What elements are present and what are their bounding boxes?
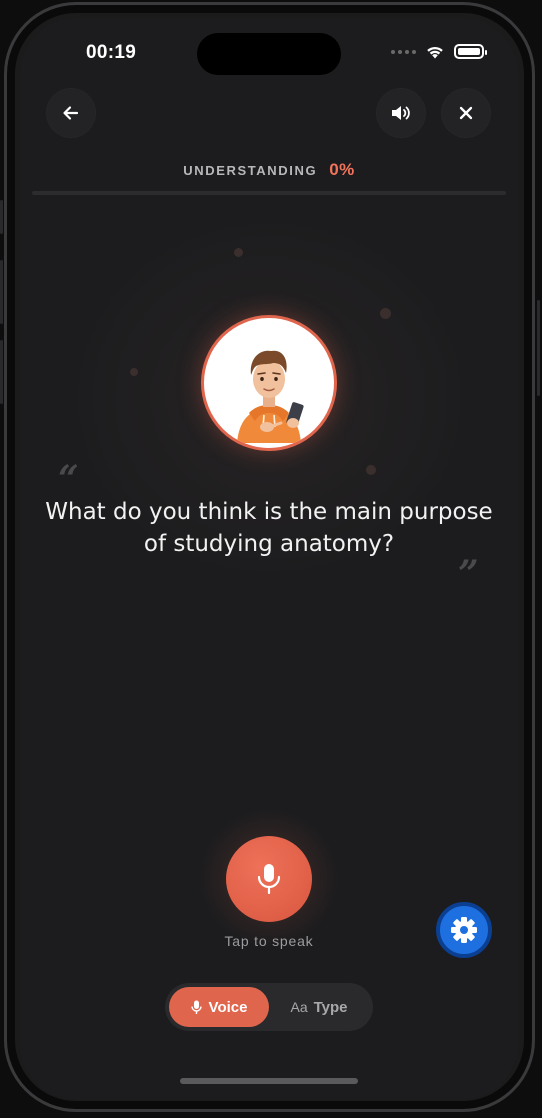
- volume-up-button: [0, 260, 3, 324]
- voice-mode-button[interactable]: Voice: [169, 987, 269, 1027]
- battery-icon: [454, 44, 487, 59]
- back-button[interactable]: [47, 89, 95, 137]
- progress-label-text: UNDERSTANDING: [183, 162, 318, 178]
- cellular-signal-icon: [391, 49, 416, 54]
- close-icon: [459, 106, 473, 120]
- close-button[interactable]: [442, 89, 490, 137]
- status-time: 00:19: [86, 42, 137, 63]
- settings-button[interactable]: [436, 902, 492, 958]
- speaker-icon: [392, 106, 410, 120]
- power-button: [537, 300, 540, 396]
- sound-button[interactable]: [377, 89, 425, 137]
- microphone-icon: [257, 864, 281, 895]
- type-mode-label: Type: [313, 998, 348, 1016]
- action-button: [0, 200, 3, 234]
- open-quote-icon: “: [58, 458, 79, 500]
- screen: 00:19 UNDERSTANDING 0% “ What do you thi…: [20, 18, 518, 1100]
- decorative-particle: [380, 308, 391, 319]
- progress-bar: [32, 191, 506, 195]
- dynamic-island: [197, 33, 341, 75]
- understanding-progress-label: UNDERSTANDING 0%: [20, 160, 518, 180]
- decorative-particle: [234, 248, 243, 257]
- gear-icon: [451, 917, 477, 943]
- volume-down-button: [0, 340, 3, 404]
- home-indicator[interactable]: [180, 1078, 358, 1084]
- tutor-avatar: [201, 315, 337, 451]
- person-illustration: [237, 350, 304, 443]
- text-icon: Aa: [290, 999, 308, 1015]
- type-mode-button[interactable]: Aa Type: [269, 987, 369, 1027]
- microphone-icon: [190, 1000, 202, 1014]
- wifi-icon: [427, 46, 443, 59]
- status-bar: 00:19: [20, 18, 518, 88]
- decorative-particle: [366, 465, 376, 475]
- voice-mode-label: Voice: [208, 998, 248, 1016]
- close-quote-icon: ”: [458, 553, 479, 595]
- decorative-particle: [130, 368, 138, 376]
- question-text: What do you think is the main purpose of…: [45, 499, 493, 557]
- arrow-left-icon: [63, 106, 79, 120]
- input-mode-toggle: Voice Aa Type: [165, 983, 373, 1031]
- progress-value: 0%: [329, 160, 355, 179]
- status-icons: [391, 44, 487, 59]
- microphone-button[interactable]: [226, 836, 312, 922]
